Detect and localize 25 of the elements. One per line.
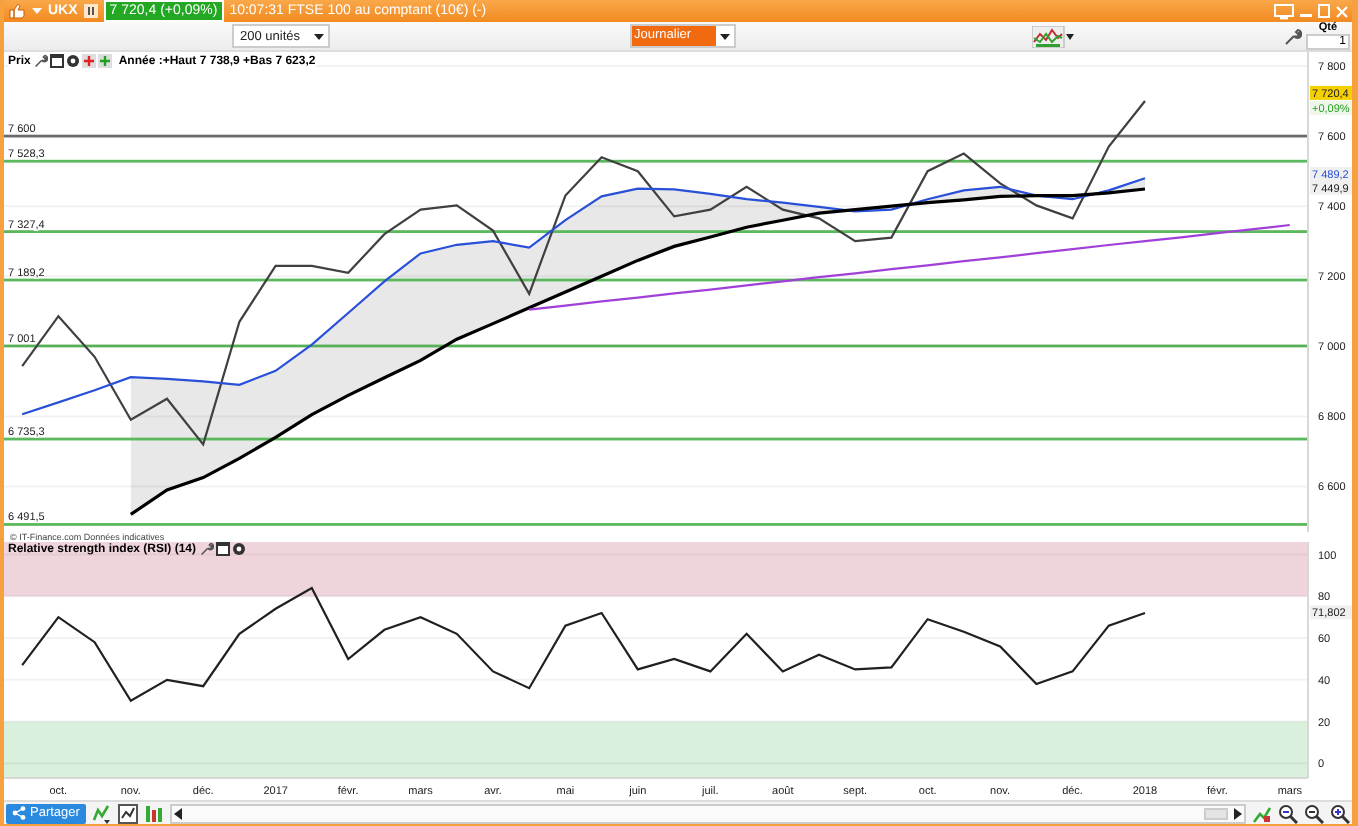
right-arrow-icon[interactable] [1232, 807, 1242, 819]
add-icon[interactable] [98, 54, 113, 68]
chart-icon[interactable] [117, 803, 138, 823]
window-icon[interactable] [216, 542, 231, 556]
zoom-in-icon[interactable] [1330, 803, 1350, 823]
wrench-icon[interactable] [200, 542, 215, 556]
wrench-icon[interactable] [34, 54, 49, 68]
settings-icon[interactable] [232, 542, 247, 556]
chart-tool-icon[interactable] [1252, 803, 1272, 823]
zoom-out-icon[interactable] [1304, 803, 1324, 823]
bars-icon[interactable] [143, 803, 164, 823]
caret-icon [314, 33, 324, 39]
add-icon[interactable] [82, 54, 97, 68]
left-arrow-icon[interactable] [173, 807, 184, 819]
indicator-icon[interactable] [91, 803, 112, 823]
window-icon[interactable] [50, 54, 65, 68]
scrollbar[interactable] [169, 803, 1246, 823]
scrollbar-thumb[interactable] [1204, 807, 1228, 819]
chart-type-icon[interactable] [1031, 25, 1076, 47]
wrench-icon[interactable] [1284, 27, 1302, 45]
pause-icon[interactable] [83, 4, 98, 18]
settings-icon[interactable] [66, 54, 81, 68]
zoom-fit-icon[interactable] [1278, 803, 1298, 823]
caret-icon [719, 33, 730, 39]
hand-icon[interactable] [8, 2, 26, 20]
